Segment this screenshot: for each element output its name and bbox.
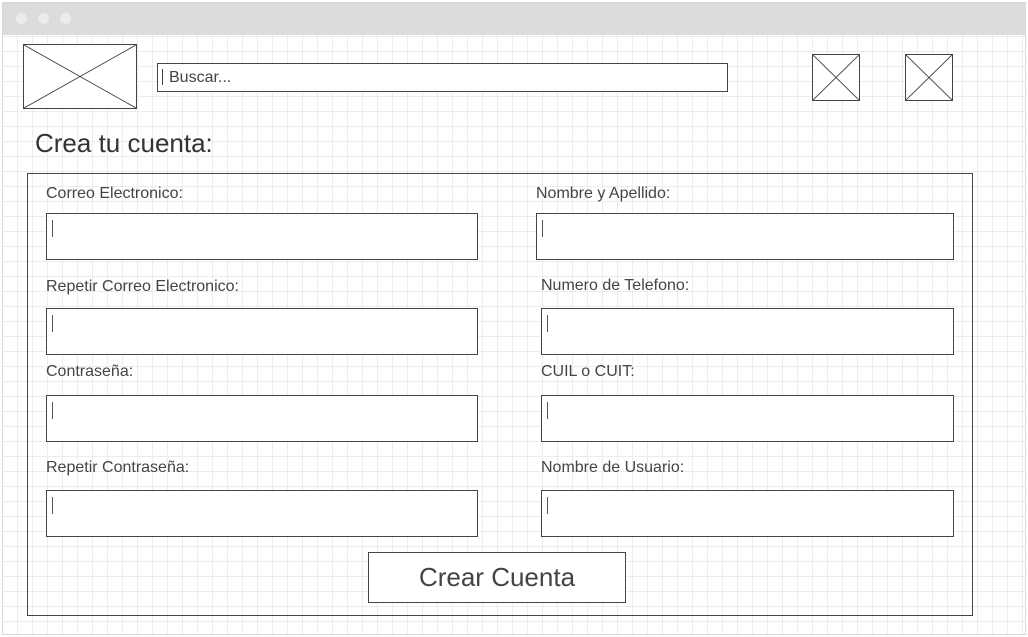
cuil-cuit-label: CUIL o CUIT: xyxy=(541,363,635,380)
text-cursor xyxy=(542,220,543,237)
phone-label: Numero de Telefono: xyxy=(541,277,690,294)
logo-image-placeholder[interactable] xyxy=(23,44,137,109)
email-field[interactable] xyxy=(46,213,478,260)
text-cursor xyxy=(52,220,53,237)
window-control-close[interactable] xyxy=(16,13,27,24)
password-field[interactable] xyxy=(46,395,478,442)
repeat-email-label: Repetir Correo Electronico: xyxy=(46,278,239,295)
full-name-field[interactable] xyxy=(536,213,954,260)
repeat-email-field[interactable] xyxy=(46,308,478,355)
cuil-cuit-field[interactable] xyxy=(541,395,954,442)
text-cursor xyxy=(547,402,548,419)
username-field[interactable] xyxy=(541,490,954,537)
text-cursor xyxy=(52,497,53,514)
text-cursor xyxy=(547,497,548,514)
page-title: Crea tu cuenta: xyxy=(35,128,213,158)
full-name-label: Nombre y Apellido: xyxy=(536,185,671,202)
create-account-button[interactable]: Crear Cuenta xyxy=(368,552,626,603)
window-control-minimize[interactable] xyxy=(38,13,49,24)
username-label: Nombre de Usuario: xyxy=(541,459,685,476)
password-label: Contraseña: xyxy=(46,363,134,380)
text-cursor xyxy=(52,402,53,419)
search-placeholder: Buscar... xyxy=(169,69,232,86)
window-titlebar xyxy=(3,3,1025,35)
text-cursor xyxy=(52,315,53,332)
repeat-password-label: Repetir Contraseña: xyxy=(46,459,190,476)
text-cursor xyxy=(547,315,548,332)
search-input[interactable]: Buscar... xyxy=(157,63,728,92)
email-label: Correo Electronico: xyxy=(46,185,183,202)
text-cursor xyxy=(162,69,163,85)
header-icon-2-placeholder[interactable] xyxy=(905,54,953,101)
phone-field[interactable] xyxy=(541,308,954,355)
repeat-password-field[interactable] xyxy=(46,490,478,537)
window-control-maximize[interactable] xyxy=(60,13,71,24)
header-icon-1-placeholder[interactable] xyxy=(812,54,860,101)
